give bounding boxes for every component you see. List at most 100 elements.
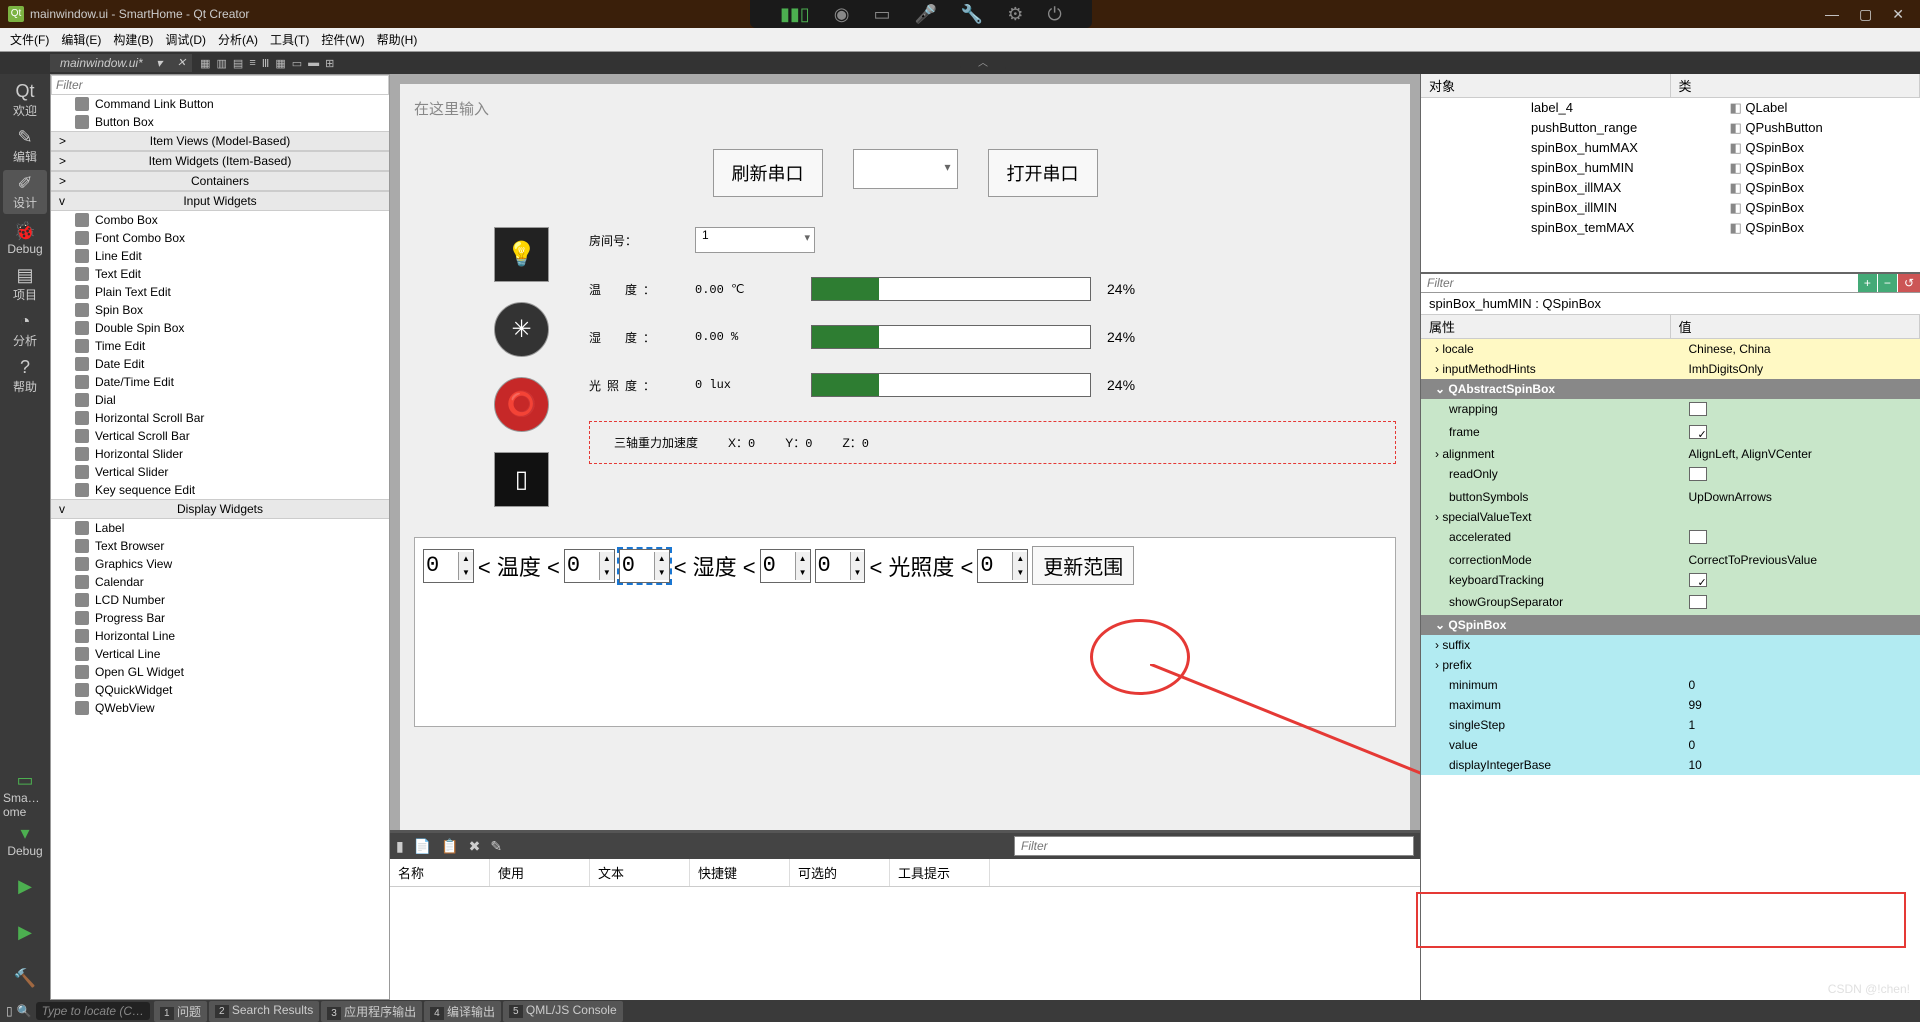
run-control[interactable]: ▭Sma…ome (3, 772, 47, 816)
bulb-icon[interactable]: 💡 (494, 227, 549, 282)
tool-icon[interactable]: Ⅲ (262, 57, 270, 70)
widget-command-link-button[interactable]: Command Link Button (51, 95, 389, 113)
widget-dial[interactable]: Dial (51, 391, 389, 409)
object-row[interactable]: spinBox_humMAXQSpinBox (1421, 138, 1920, 158)
add-property-icon[interactable]: + (1857, 274, 1877, 292)
widget-plain-text-edit[interactable]: Plain Text Edit (51, 283, 389, 301)
property-row[interactable]: correctionModeCorrectToPreviousValue (1421, 550, 1920, 570)
widget-progress-bar[interactable]: Progress Bar (51, 609, 389, 627)
form-window[interactable]: 在这里输入 刷新串口 打开串口 💡 ✳ ⭕ ▯ 房间号： (400, 84, 1410, 830)
minimize-icon[interactable]: — (1825, 6, 1839, 23)
mode-Debug[interactable]: 🐞Debug (3, 216, 47, 260)
widget-horizontal-slider[interactable]: Horizontal Slider (51, 445, 389, 463)
widget-font-combo-box[interactable]: Font Combo Box (51, 229, 389, 247)
close-tab-icon[interactable]: ✕ (177, 56, 186, 69)
menu-item[interactable]: 调试(D) (159, 29, 212, 50)
widget-filter-input[interactable] (51, 75, 389, 95)
remove-property-icon[interactable]: − (1877, 274, 1897, 292)
alarm-icon[interactable]: ⭕ (494, 377, 549, 432)
property-row[interactable]: inputMethodHintsImhDigitsOnly (1421, 359, 1920, 379)
new-action-icon[interactable]: 📄 (414, 838, 431, 855)
widget-item-widgets-(item-based)[interactable]: Item Widgets (Item-Based) (51, 151, 389, 171)
menu-item[interactable]: 编辑(E) (55, 29, 107, 50)
segment-icon[interactable]: ▯ (494, 452, 549, 507)
widget-graphics-view[interactable]: Graphics View (51, 555, 389, 573)
gear-icon[interactable]: ⚙ (1007, 4, 1023, 25)
widget-horizontal-scroll-bar[interactable]: Horizontal Scroll Bar (51, 409, 389, 427)
widget-spin-box[interactable]: Spin Box (51, 301, 389, 319)
menu-item[interactable]: 分析(A) (212, 29, 264, 50)
property-filter-input[interactable] (1421, 274, 1857, 292)
screen-icon[interactable]: ▭ (873, 4, 890, 25)
mode-分析[interactable]: ◔分析 (3, 308, 47, 352)
spinbox[interactable]: ▲▼ (760, 549, 811, 583)
property-row[interactable]: prefix (1421, 655, 1920, 675)
property-row[interactable]: value0 (1421, 735, 1920, 755)
property-row[interactable]: wrapping (1421, 399, 1920, 422)
chevron-down-icon[interactable]: ▾ (156, 56, 162, 70)
tool-icon[interactable]: ▥ (217, 57, 227, 70)
widget-calendar[interactable]: Calendar (51, 573, 389, 591)
menu-item[interactable]: 文件(F) (4, 29, 55, 50)
spinbox[interactable]: ▲▼ (815, 549, 866, 583)
object-row[interactable]: spinBox_humMINQSpinBox (1421, 158, 1920, 178)
widget-date-edit[interactable]: Date Edit (51, 355, 389, 373)
mode-编辑[interactable]: ✎编辑 (3, 124, 47, 168)
widget-line-edit[interactable]: Line Edit (51, 247, 389, 265)
delete-icon[interactable]: ✖ (469, 838, 481, 855)
tool-icon[interactable]: ▦ (200, 57, 210, 70)
record-icon[interactable]: ◉ (834, 4, 850, 25)
open-serial-button[interactable]: 打开串口 (988, 149, 1098, 197)
spinbox[interactable]: ▲▼ (423, 549, 474, 583)
widget-qquickwidget[interactable]: QQuickWidget (51, 681, 389, 699)
object-row[interactable]: pushButton_rangeQPushButton (1421, 118, 1920, 138)
property-row[interactable]: maximum99 (1421, 695, 1920, 715)
property-row[interactable]: localeChinese, China (1421, 339, 1920, 359)
output-tab[interactable]: 3 应用程序输出 (321, 1001, 422, 1022)
widget-vertical-scroll-bar[interactable]: Vertical Scroll Bar (51, 427, 389, 445)
property-row[interactable]: keyboardTracking✓ (1421, 570, 1920, 592)
property-row[interactable]: specialValueText (1421, 507, 1920, 527)
tool-icon[interactable]: ▤ (233, 57, 243, 70)
widget-date/time-edit[interactable]: Date/Time Edit (51, 373, 389, 391)
room-combo[interactable]: 1 (695, 227, 815, 253)
widget-combo-box[interactable]: Combo Box (51, 211, 389, 229)
menu-item[interactable]: 帮助(H) (371, 29, 424, 50)
locator-input[interactable]: Type to locate (C… (36, 1002, 150, 1020)
object-row[interactable]: spinBox_illMAXQSpinBox (1421, 178, 1920, 198)
object-row[interactable]: spinBox_temMAXQSpinBox (1421, 218, 1920, 238)
run-control[interactable]: ▾Debug (3, 818, 47, 862)
widget-vertical-slider[interactable]: Vertical Slider (51, 463, 389, 481)
spinbox[interactable]: ▲▼ (619, 549, 670, 583)
property-row[interactable]: singleStep1 (1421, 715, 1920, 735)
fan-icon[interactable]: ✳ (494, 302, 549, 357)
menu-item[interactable]: 控件(W) (315, 29, 370, 50)
widget-time-edit[interactable]: Time Edit (51, 337, 389, 355)
mode-项目[interactable]: ▤项目 (3, 262, 47, 306)
property-row[interactable]: accelerated (1421, 527, 1920, 550)
mode-欢迎[interactable]: Qt欢迎 (3, 78, 47, 122)
widget-containers[interactable]: Containers (51, 171, 389, 191)
widget-qwebview[interactable]: QWebView (51, 699, 389, 717)
widget-input-widgets[interactable]: Input Widgets (51, 191, 389, 211)
serial-combo[interactable] (853, 149, 958, 189)
spinbox[interactable]: ▲▼ (564, 549, 615, 583)
refresh-serial-button[interactable]: 刷新串口 (713, 149, 823, 197)
maximize-icon[interactable]: ▢ (1859, 6, 1872, 23)
property-row[interactable]: alignmentAlignLeft, AlignVCenter (1421, 444, 1920, 464)
search-icon[interactable]: 🔍 (17, 1004, 32, 1018)
widget-text-browser[interactable]: Text Browser (51, 537, 389, 555)
tool-icon[interactable]: ▭ (292, 57, 302, 70)
mode-设计[interactable]: ✐设计 (3, 170, 47, 214)
wand-icon[interactable]: ✎ (490, 838, 502, 855)
close-icon[interactable]: ✕ (1892, 6, 1904, 23)
run-control[interactable]: ▶ (3, 910, 47, 954)
property-row[interactable]: showGroupSeparator (1421, 592, 1920, 615)
action-filter-input[interactable] (1014, 836, 1414, 856)
tool-icon[interactable]: ≡ (249, 57, 255, 70)
property-row[interactable]: ⌄ QSpinBox (1421, 615, 1920, 635)
property-row[interactable]: suffix (1421, 635, 1920, 655)
signal-icon[interactable]: ▮▮▯ (780, 4, 810, 25)
copy-icon[interactable]: 📋 (441, 838, 458, 855)
run-control[interactable]: ▶ (3, 864, 47, 908)
